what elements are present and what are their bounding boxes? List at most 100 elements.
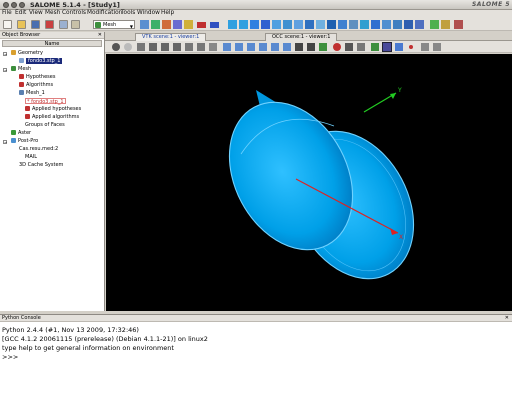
open-folder-icon[interactable] bbox=[17, 20, 26, 29]
play-icon[interactable] bbox=[421, 43, 429, 51]
multi-connection-icon[interactable] bbox=[261, 20, 270, 29]
graduated-axes-icon[interactable] bbox=[345, 43, 353, 51]
translation-icon[interactable] bbox=[430, 20, 439, 29]
tree-item-fondo3-ref[interactable]: * fondo3.stp_1 bbox=[25, 98, 66, 105]
rotation-icon[interactable] bbox=[441, 20, 450, 29]
rotation-point-icon[interactable] bbox=[357, 43, 365, 51]
tetrahedron-icon[interactable] bbox=[404, 20, 413, 29]
column-header-name[interactable]: Name bbox=[2, 40, 102, 47]
zoom-icon[interactable] bbox=[149, 43, 157, 51]
python-console[interactable]: Python Console ✕ Python 2.4.4 (#1, Nov 1… bbox=[0, 314, 512, 410]
unv-import-icon[interactable] bbox=[197, 22, 206, 28]
tree-item-applied-hypotheses[interactable]: Applied hypotheses bbox=[25, 106, 81, 112]
perspective-icon[interactable] bbox=[382, 42, 392, 52]
free-borders-icon[interactable] bbox=[250, 20, 259, 29]
create-mesh-icon[interactable] bbox=[140, 20, 149, 29]
tree-item-post-pro[interactable]: Post-Pro bbox=[11, 138, 38, 144]
menu-file[interactable]: File bbox=[2, 10, 12, 16]
minimize-window-icon[interactable] bbox=[11, 2, 17, 8]
taper-icon[interactable] bbox=[283, 20, 292, 29]
tree-item-mesh-1[interactable]: Mesh_1 bbox=[19, 90, 45, 96]
menu-help[interactable]: Help bbox=[161, 10, 174, 16]
right-view-icon[interactable] bbox=[283, 43, 291, 51]
node-icon[interactable] bbox=[349, 20, 358, 29]
menu-window[interactable]: Window bbox=[137, 10, 160, 16]
compute-icon[interactable] bbox=[173, 20, 182, 29]
polygon-icon[interactable] bbox=[393, 20, 402, 29]
tab-occ-viewer[interactable]: OCC scene:1 - viewer:1 bbox=[265, 33, 338, 41]
copy-icon[interactable] bbox=[59, 20, 68, 29]
undo-icon[interactable] bbox=[112, 43, 120, 51]
dump-view-icon[interactable] bbox=[137, 43, 145, 51]
volume-control-icon[interactable] bbox=[338, 20, 347, 29]
close-document-icon[interactable] bbox=[45, 20, 54, 29]
length-control-icon[interactable] bbox=[228, 20, 237, 29]
skew-icon[interactable] bbox=[327, 20, 336, 29]
mesh-info-icon[interactable] bbox=[184, 20, 193, 29]
trihedron-icon[interactable] bbox=[319, 43, 327, 51]
min-angle-icon[interactable] bbox=[305, 20, 314, 29]
front-view-icon[interactable] bbox=[223, 43, 231, 51]
tab-vtk-viewer[interactable]: VTK scene:1 - viewer:1 bbox=[135, 33, 207, 41]
stop-icon[interactable] bbox=[433, 43, 441, 51]
tree-item-3d-cache[interactable]: 3D Cache System bbox=[19, 162, 63, 168]
tree-item-cas-resu[interactable]: Cas.resu.med:2 bbox=[19, 146, 58, 152]
back-view-icon[interactable] bbox=[235, 43, 243, 51]
tree-item-fondo3[interactable]: fondo3.stp_1 bbox=[19, 58, 63, 64]
console-prompt[interactable]: >>> bbox=[2, 353, 18, 361]
tree-item-groups-of-faces[interactable]: Groups of Faces bbox=[25, 122, 65, 128]
clone-view-icon[interactable] bbox=[307, 43, 315, 51]
fit-area-icon[interactable] bbox=[197, 43, 205, 51]
tree-item-aster[interactable]: Aster bbox=[11, 130, 31, 136]
vtk-3d-viewport[interactable]: Y X bbox=[106, 54, 512, 311]
collapse-icon[interactable]: − bbox=[3, 68, 7, 73]
global-pan-icon[interactable] bbox=[209, 43, 217, 51]
free-edges-icon[interactable] bbox=[239, 20, 248, 29]
edge-icon[interactable] bbox=[360, 20, 369, 29]
hexahedron-icon[interactable] bbox=[415, 20, 424, 29]
menu-view[interactable]: View bbox=[29, 10, 43, 16]
triangle-icon[interactable] bbox=[371, 20, 380, 29]
create-submesh-icon[interactable] bbox=[151, 20, 160, 29]
record-icon[interactable] bbox=[409, 45, 413, 49]
close-window-icon[interactable] bbox=[3, 2, 9, 8]
left-view-icon[interactable] bbox=[271, 43, 279, 51]
pan-icon[interactable] bbox=[161, 43, 169, 51]
aspect-ratio-icon[interactable] bbox=[294, 20, 303, 29]
paste-icon[interactable] bbox=[71, 20, 80, 29]
tree-item-mesh[interactable]: Mesh bbox=[11, 66, 31, 72]
view-parameters-icon[interactable] bbox=[371, 43, 379, 51]
med-import-icon[interactable] bbox=[210, 22, 219, 28]
edit-mesh-icon[interactable] bbox=[162, 20, 171, 29]
close-panel-icon[interactable]: ✕ bbox=[98, 32, 102, 39]
menu-edit[interactable]: Edit bbox=[15, 10, 26, 16]
menu-controls[interactable]: Controls bbox=[62, 10, 86, 16]
new-document-icon[interactable] bbox=[3, 20, 12, 29]
area-control-icon[interactable] bbox=[272, 20, 281, 29]
tree-item-mail[interactable]: MAIL bbox=[25, 154, 37, 160]
rotate-icon[interactable] bbox=[173, 43, 181, 51]
interaction-style-icon[interactable] bbox=[395, 43, 403, 51]
save-icon[interactable] bbox=[31, 20, 40, 29]
symmetry-icon[interactable] bbox=[454, 20, 463, 29]
tree-item-hypotheses[interactable]: Hypotheses bbox=[19, 74, 55, 80]
warping-icon[interactable] bbox=[316, 20, 325, 29]
maximize-window-icon[interactable] bbox=[19, 2, 25, 8]
top-view-icon[interactable] bbox=[247, 43, 255, 51]
menu-tools[interactable]: Tools bbox=[121, 10, 135, 16]
quadrangle-icon[interactable] bbox=[382, 20, 391, 29]
redo-icon[interactable] bbox=[124, 43, 132, 51]
menu-mesh[interactable]: Mesh bbox=[45, 10, 60, 16]
collapse-icon[interactable]: − bbox=[3, 52, 7, 57]
close-panel-icon[interactable]: ✕ bbox=[505, 315, 509, 322]
bottom-view-icon[interactable] bbox=[259, 43, 267, 51]
collapse-icon[interactable]: − bbox=[3, 140, 7, 145]
reset-view-icon[interactable] bbox=[295, 43, 303, 51]
scaling-icon[interactable] bbox=[333, 43, 341, 51]
tree-item-algorithms[interactable]: Algorithms bbox=[19, 82, 53, 88]
tree-item-applied-algorithms[interactable]: Applied algorithms bbox=[25, 114, 79, 120]
menu-modification[interactable]: Modification bbox=[87, 10, 122, 16]
fit-all-icon[interactable] bbox=[185, 43, 193, 51]
module-selector[interactable]: Mesh ▼ bbox=[93, 20, 135, 29]
tree-item-geometry[interactable]: Geometry bbox=[11, 50, 43, 56]
